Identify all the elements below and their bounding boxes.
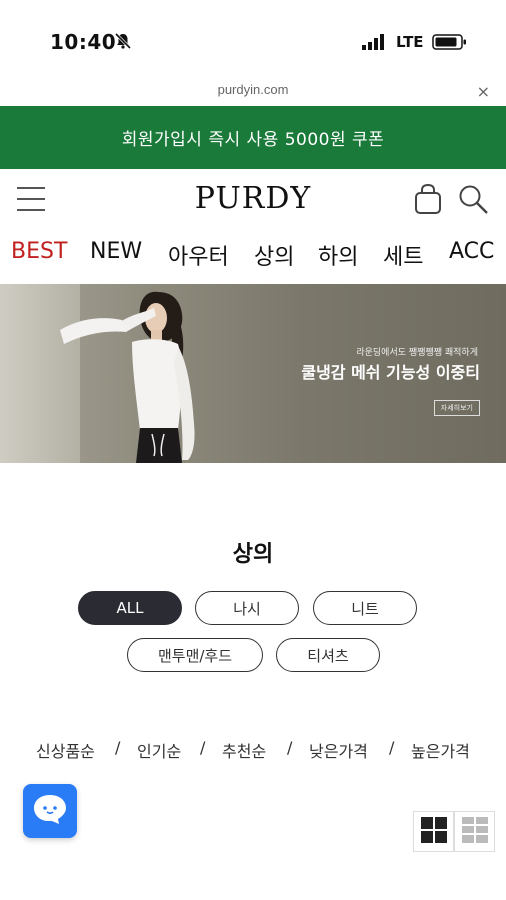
url-bar: purdyin.com × bbox=[0, 80, 506, 106]
hero-subtitle: 라운딩에서도 쨍쨍쨍쨍 쾌적하게 bbox=[356, 348, 478, 358]
chat-icon bbox=[31, 792, 69, 830]
sort-low-price[interactable]: 낮은가격 bbox=[309, 738, 368, 762]
status-time: 10:40 bbox=[50, 30, 117, 54]
sort-newest[interactable]: 신상품순 bbox=[36, 738, 95, 762]
hero-title: 쿨냉감 메쉬 기능성 이중티 bbox=[301, 363, 480, 382]
nav-item-set[interactable]: 세트 bbox=[383, 239, 423, 271]
url-text: purdyin.com bbox=[217, 82, 289, 97]
search-icon[interactable] bbox=[458, 184, 490, 220]
nav-item-bottom[interactable]: 하의 bbox=[318, 239, 358, 271]
status-bar: 10:40 LTE bbox=[0, 0, 506, 80]
nav-item-best[interactable]: BEST bbox=[11, 239, 67, 264]
sort-separator: / bbox=[115, 738, 121, 757]
sort-options: 신상품순 / 인기순 / 추천순 / 낮은가격 / 높은가격 bbox=[0, 738, 506, 762]
category-nav: BEST NEW 아우터 상의 하의 세트 ACC bbox=[0, 231, 506, 283]
grid-view-button[interactable] bbox=[413, 811, 454, 852]
promo-banner[interactable]: 회원가입시 즉시 사용 5000원 쿠폰 bbox=[0, 106, 506, 169]
nav-item-new[interactable]: NEW bbox=[90, 239, 142, 264]
filter-chip-knit[interactable]: 니트 bbox=[313, 591, 417, 625]
hero-more-button[interactable]: 자세히보기 bbox=[433, 400, 480, 416]
sort-separator: / bbox=[287, 738, 293, 757]
sort-high-price[interactable]: 높은가격 bbox=[411, 738, 470, 762]
close-icon[interactable]: × bbox=[477, 82, 490, 101]
nav-item-acc[interactable]: ACC bbox=[449, 239, 494, 264]
hero-banner[interactable]: 라운딩에서도 쨍쨍쨍쨍 쾌적하게 쿨냉감 메쉬 기능성 이중티 자세히보기 bbox=[0, 284, 506, 463]
shopping-bag-icon[interactable] bbox=[414, 183, 442, 219]
page-title: 상의 bbox=[232, 542, 274, 567]
signal-icon bbox=[362, 34, 388, 54]
sort-separator: / bbox=[200, 738, 206, 757]
sort-popular[interactable]: 인기순 bbox=[137, 738, 181, 762]
site-header: PURDY bbox=[0, 169, 506, 231]
grid-view-icon bbox=[420, 816, 447, 847]
model-image bbox=[60, 284, 220, 463]
filter-chip-sweatshirt-hoodie[interactable]: 맨투맨/후드 bbox=[127, 638, 263, 672]
bell-off-icon bbox=[114, 32, 132, 54]
sort-recommended[interactable]: 추천순 bbox=[222, 738, 266, 762]
battery-icon bbox=[432, 33, 468, 55]
filter-chip-sleeveless[interactable]: 나시 bbox=[195, 591, 299, 625]
promo-text: 회원가입시 즉시 사용 5000원 쿠폰 bbox=[121, 130, 385, 150]
list-view-button[interactable] bbox=[454, 811, 495, 852]
chat-button[interactable] bbox=[23, 784, 77, 838]
filter-chip-all[interactable]: ALL bbox=[78, 591, 182, 625]
filter-chip-tshirt[interactable]: 티셔츠 bbox=[276, 638, 380, 672]
network-label: LTE bbox=[396, 33, 424, 51]
nav-item-top[interactable]: 상의 bbox=[254, 239, 294, 271]
nav-item-outer[interactable]: 아우터 bbox=[168, 239, 229, 271]
list-view-icon bbox=[461, 816, 488, 847]
sort-separator: / bbox=[389, 738, 395, 757]
